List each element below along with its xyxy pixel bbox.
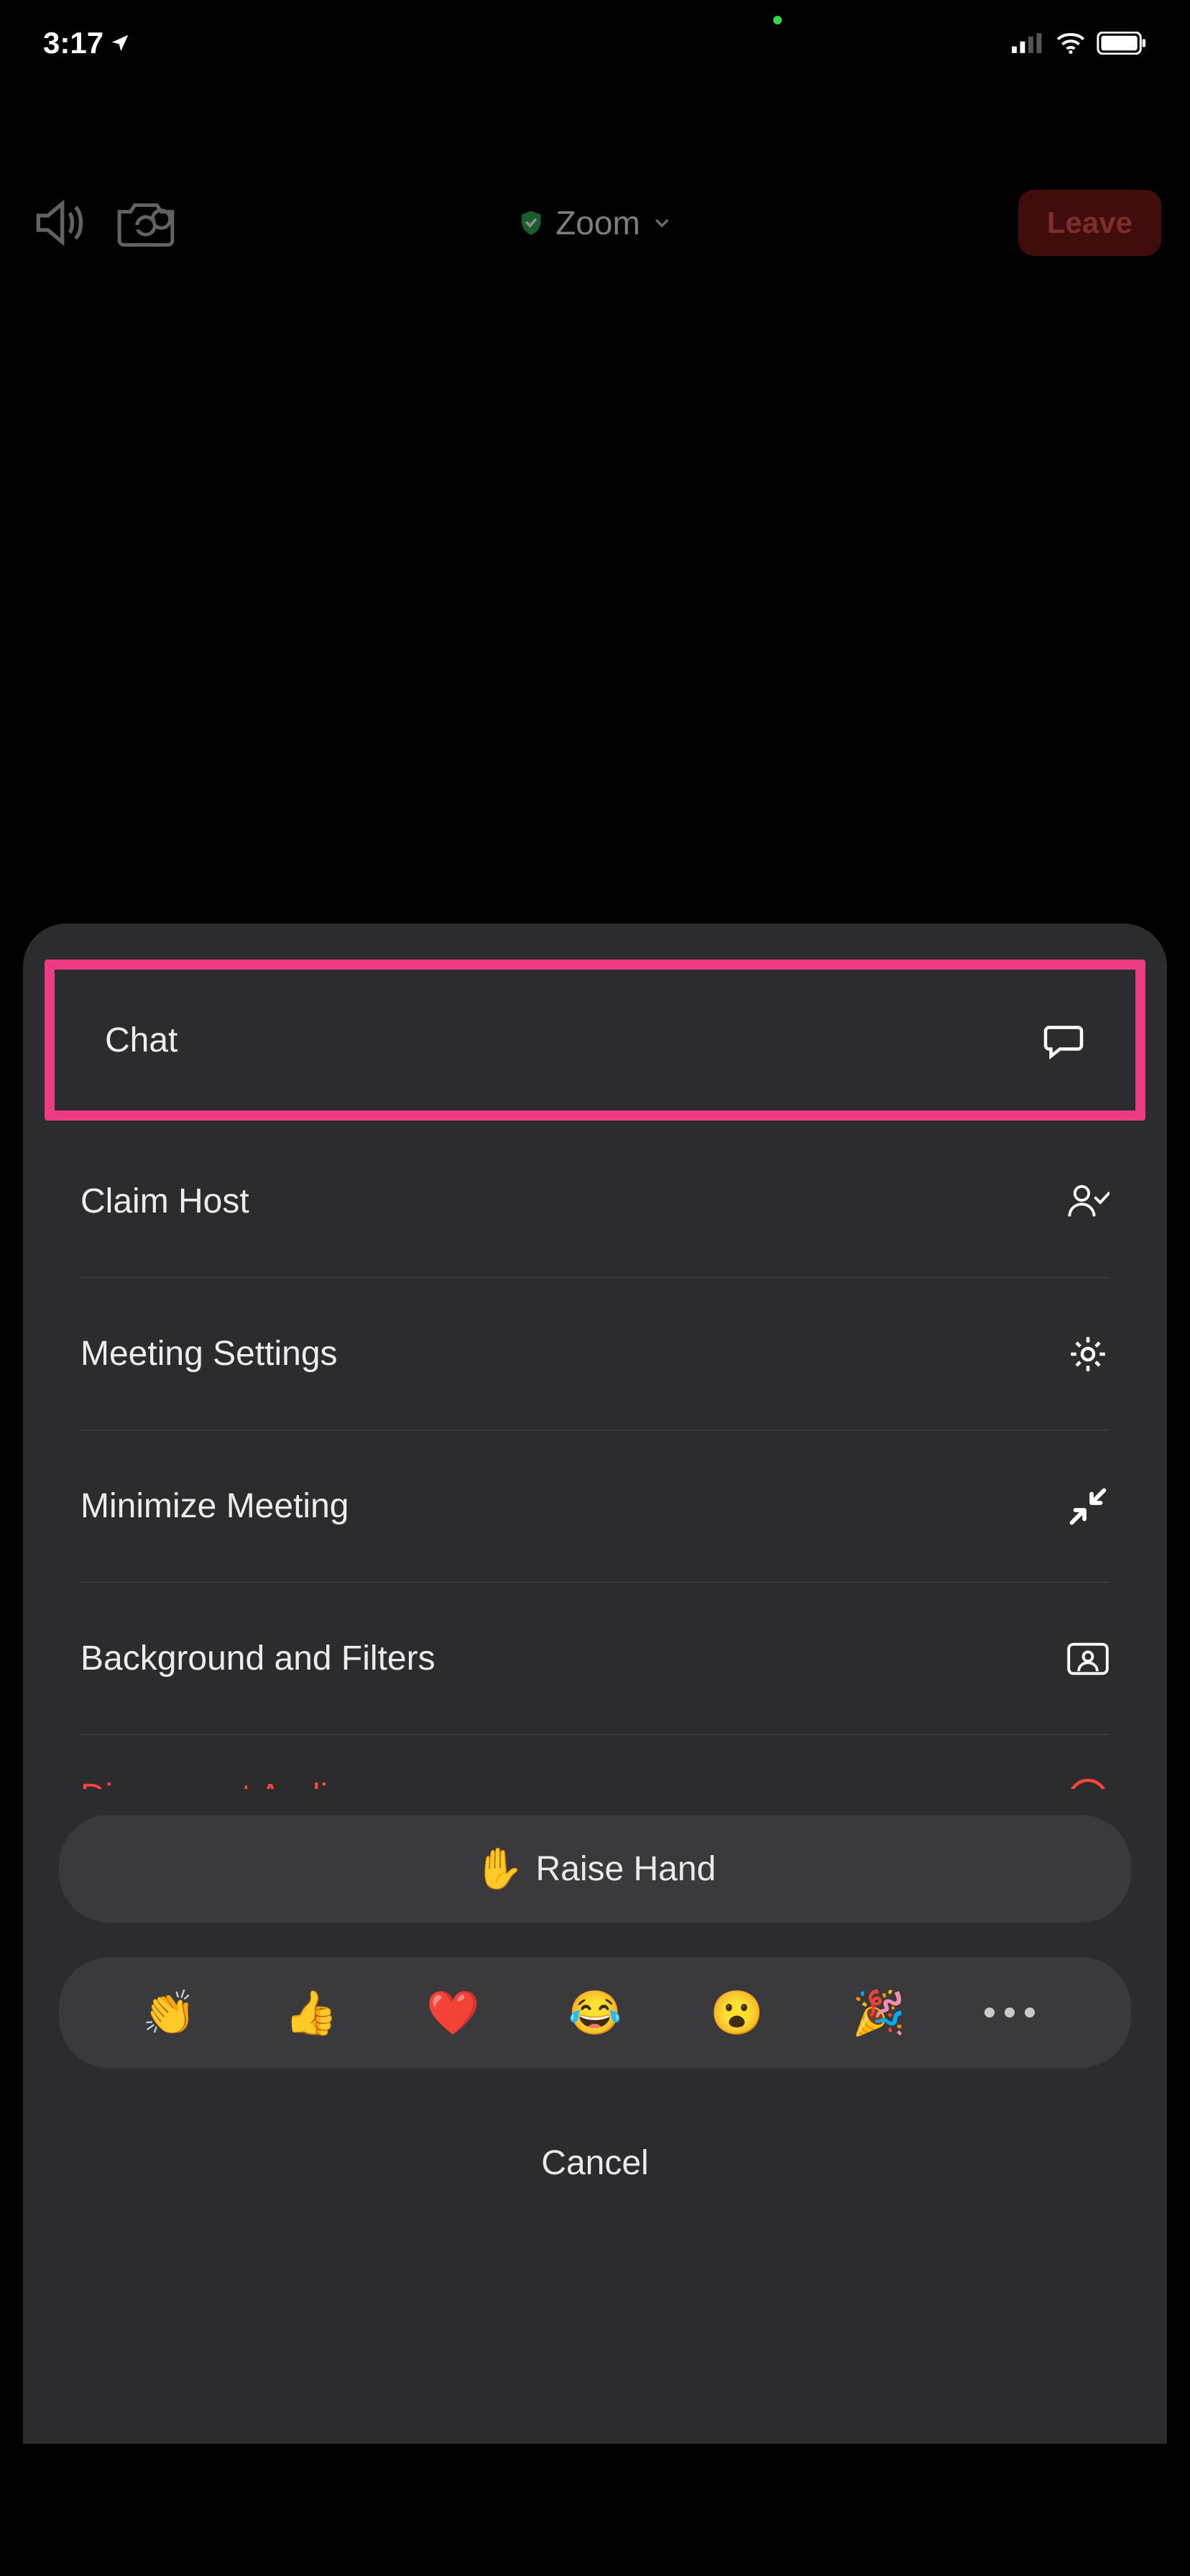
- status-bar: 3:17: [0, 0, 1190, 86]
- wifi-icon: [1055, 32, 1087, 55]
- status-right: [1012, 32, 1147, 55]
- reaction-wow[interactable]: 😮: [701, 1987, 772, 2038]
- meeting-title-dropdown[interactable]: Zoom: [517, 203, 673, 242]
- menu-label: Meeting Settings: [80, 1334, 338, 1374]
- menu-item-background-filters[interactable]: Background and Filters: [80, 1582, 1110, 1734]
- menu-label: Chat: [105, 1021, 177, 1060]
- raise-hand-emoji: ✋: [474, 1845, 525, 1892]
- menu-item-disconnect-audio[interactable]: Disconnect Audio: [80, 1734, 1110, 1789]
- menu-label: Claim Host: [80, 1182, 249, 1221]
- gear-icon: [1066, 1333, 1110, 1376]
- menu-label: Background and Filters: [80, 1639, 435, 1678]
- camera-indicator-dot: [773, 16, 782, 24]
- switch-camera-icon[interactable]: [115, 194, 177, 252]
- reaction-more-icon[interactable]: [984, 2007, 1056, 2018]
- cancel-label: Cancel: [541, 2143, 648, 2183]
- more-actions-sheet: Chat Claim Host Meeting Settings: [23, 924, 1167, 2526]
- time-text: 3:17: [43, 26, 103, 60]
- reactions-bar: 👏 👍 ❤️ 😂 😮 🎉: [59, 1957, 1131, 2068]
- menu-label: Minimize Meeting: [80, 1486, 349, 1526]
- location-arrow-icon: [109, 32, 131, 54]
- reaction-thumbs-up[interactable]: 👍: [275, 1987, 347, 2038]
- menu-item-meeting-settings[interactable]: Meeting Settings: [80, 1277, 1110, 1430]
- leave-button[interactable]: Leave: [1018, 190, 1161, 256]
- cancel-button[interactable]: Cancel: [23, 2105, 1167, 2220]
- reaction-clap[interactable]: 👏: [134, 1987, 206, 2038]
- disconnect-audio-icon: [1066, 1777, 1110, 1789]
- shield-check-icon: [517, 208, 545, 237]
- cellular-signal-icon: [1012, 32, 1045, 54]
- meeting-title: Zoom: [555, 203, 640, 242]
- menu-item-minimize[interactable]: Minimize Meeting: [80, 1430, 1110, 1582]
- meeting-toolbar: Zoom Leave: [0, 180, 1190, 266]
- menu-item-claim-host[interactable]: Claim Host: [80, 1125, 1110, 1277]
- reaction-joy[interactable]: 😂: [559, 1987, 631, 2038]
- reaction-heart[interactable]: ❤️: [418, 1987, 489, 2038]
- chat-bubble-icon: [1042, 1018, 1085, 1062]
- raise-hand-label: Raise Hand: [535, 1849, 716, 1889]
- reaction-party[interactable]: 🎉: [843, 1987, 915, 2038]
- speaker-icon[interactable]: [29, 194, 86, 252]
- person-check-icon: [1066, 1179, 1110, 1223]
- status-time: 3:17: [43, 26, 131, 60]
- background-person-icon: [1066, 1637, 1110, 1680]
- menu-item-chat[interactable]: Chat: [55, 970, 1135, 1110]
- menu-label: Disconnect Audio: [80, 1777, 347, 1789]
- raise-hand-button[interactable]: ✋ Raise Hand: [59, 1815, 1131, 1923]
- battery-icon: [1097, 32, 1147, 55]
- minimize-arrows-icon: [1066, 1485, 1110, 1528]
- below-filler: [0, 2444, 1190, 2576]
- menu-list: Claim Host Meeting Settings Minimize Mee…: [80, 1125, 1110, 1789]
- annotation-highlight: Chat: [45, 960, 1145, 1121]
- chevron-down-icon: [650, 211, 673, 234]
